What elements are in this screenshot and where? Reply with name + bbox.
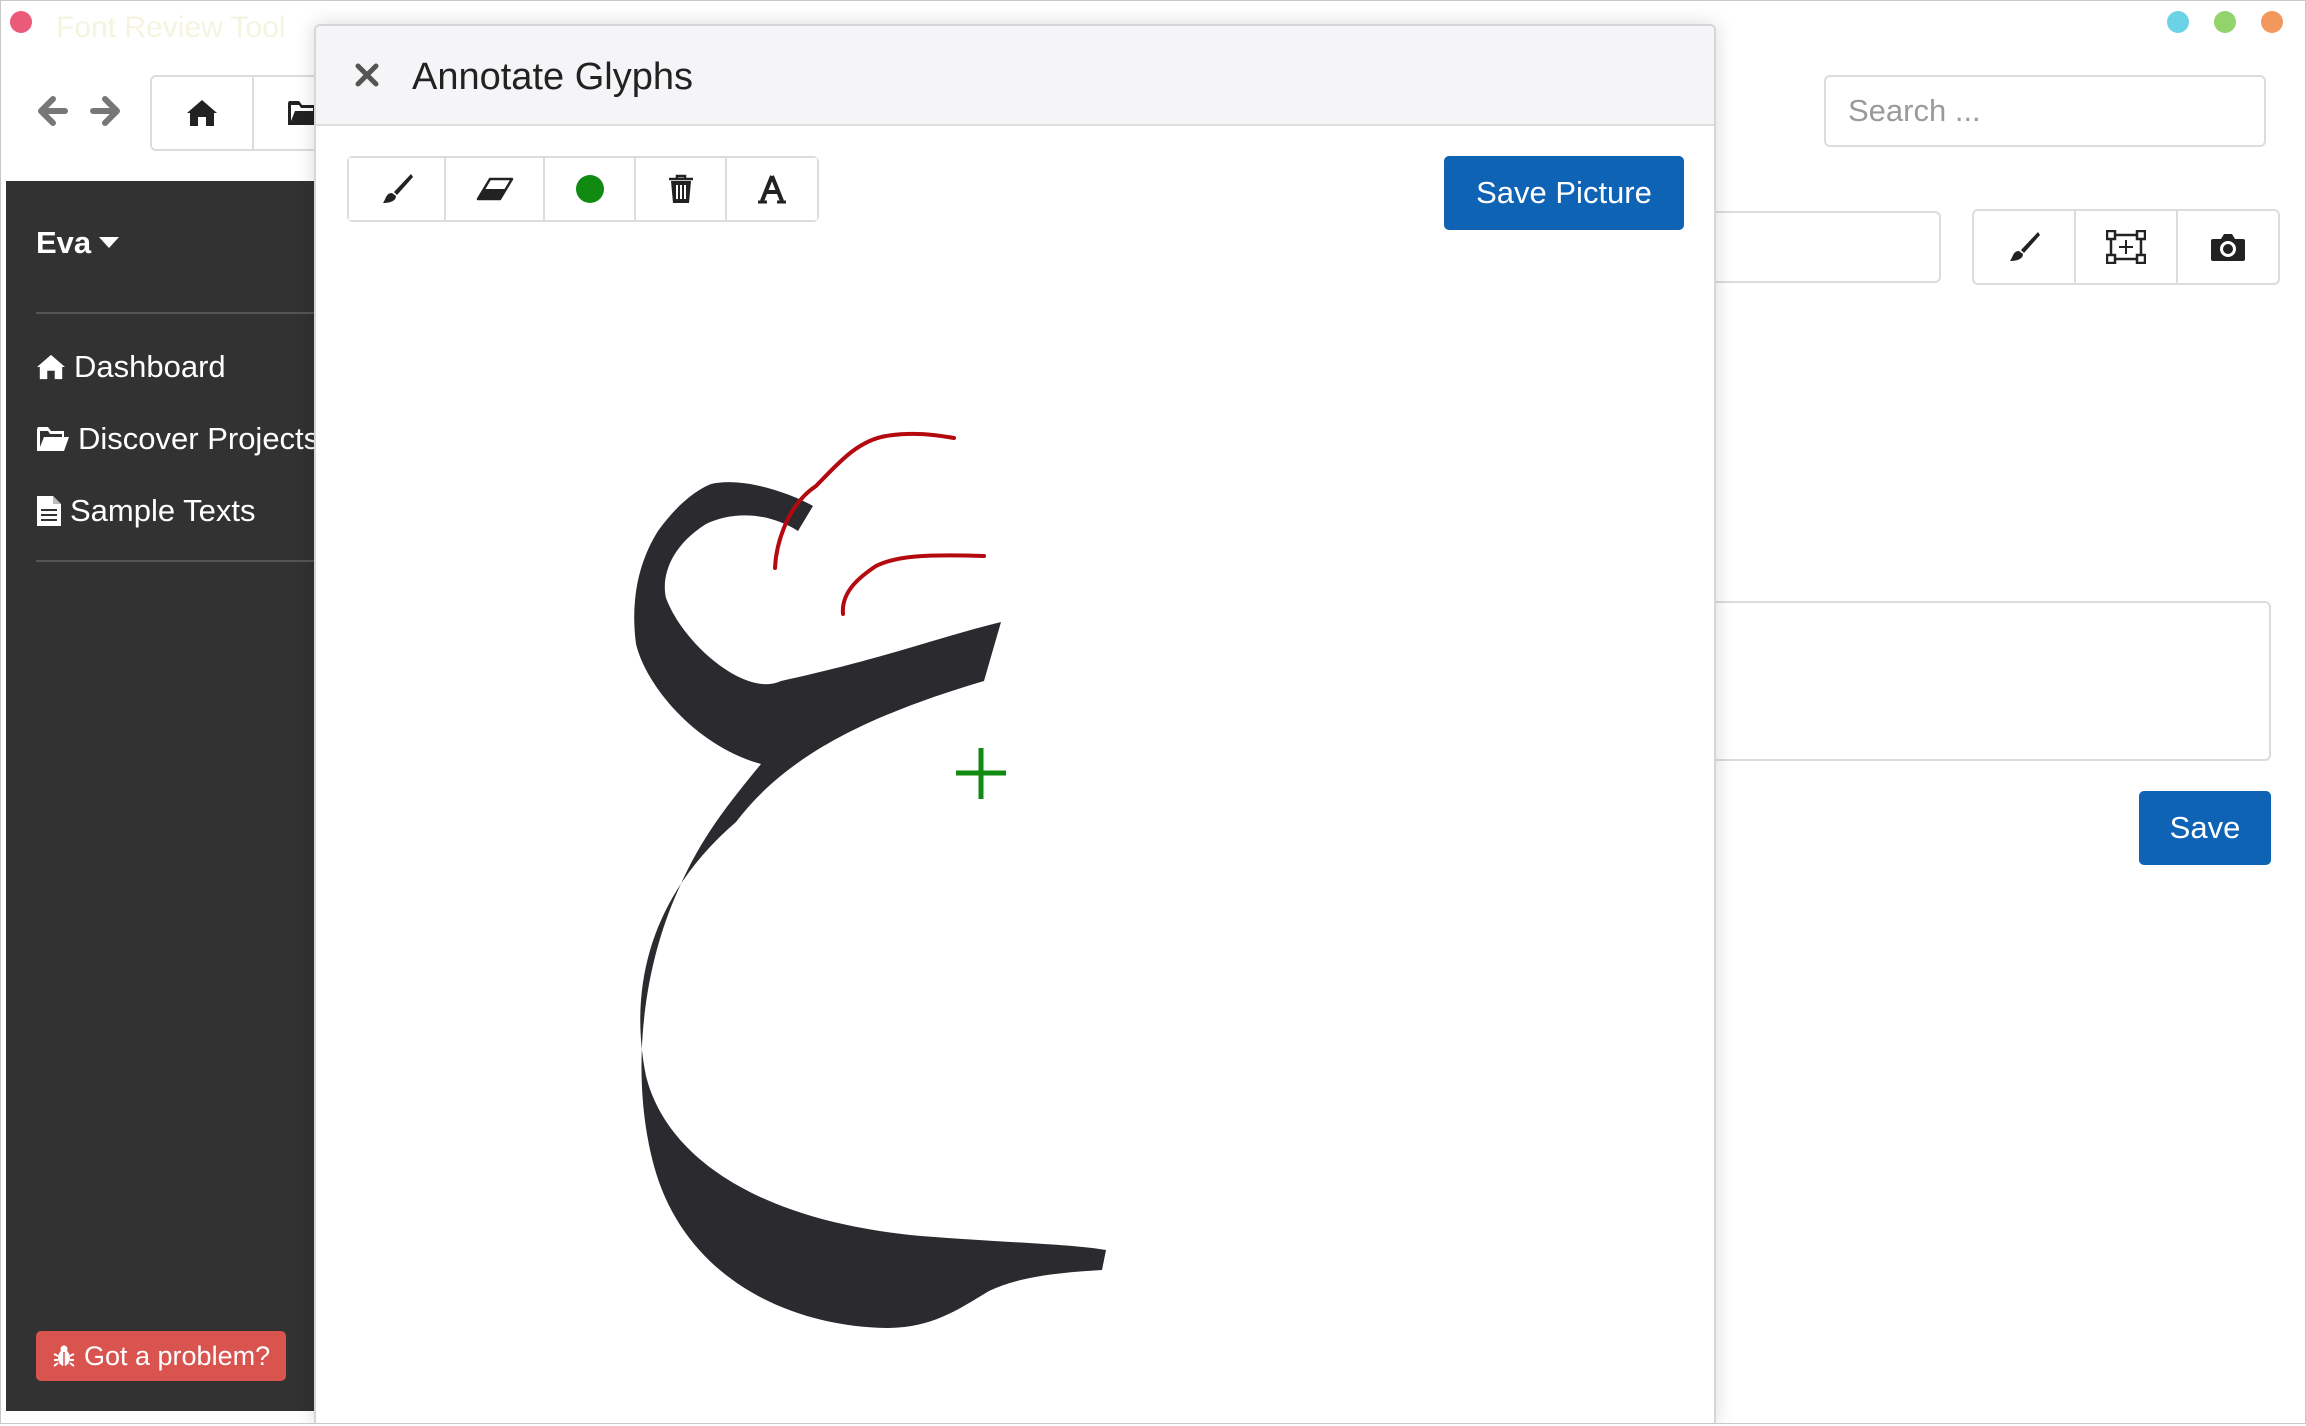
report-problem-button[interactable]: Got a problem? [36, 1331, 287, 1381]
save-picture-button[interactable]: Save Picture [1444, 156, 1684, 230]
sidebar-item-label: Dashboard [74, 349, 226, 384]
sidebar-divider [36, 560, 326, 562]
back-button[interactable] [31, 91, 71, 131]
search-input[interactable] [1824, 75, 2266, 147]
caret-down-icon [99, 237, 120, 248]
brush-tool-button[interactable] [349, 158, 446, 220]
eraser-tool-button[interactable] [446, 158, 545, 220]
sidebar-item-dashboard[interactable]: Dashboard [36, 349, 226, 385]
annotate-glyphs-modal: Annotate Glyphs Save Picture [314, 24, 1716, 1424]
report-problem-label: Got a problem? [84, 1340, 271, 1371]
bug-icon [53, 1345, 75, 1367]
app-window: Font Review Tool Eva [0, 0, 2306, 1424]
sidebar-item-sample-texts[interactable]: Sample Texts [36, 493, 256, 529]
home-icon [187, 100, 217, 126]
comment-textarea[interactable] [1701, 601, 2271, 761]
select-frame-button[interactable] [2076, 211, 2178, 283]
select-frame-icon [2106, 230, 2146, 264]
glyph-input[interactable] [1701, 211, 1941, 283]
modal-title: Annotate Glyphs [412, 56, 693, 98]
screenshot-button[interactable] [2178, 211, 2278, 283]
eraser-icon [476, 177, 513, 201]
close-icon [355, 63, 379, 87]
modal-header: Annotate Glyphs [316, 26, 1714, 126]
maximize-window-button[interactable] [2214, 11, 2236, 33]
annotate-button[interactable] [1974, 211, 2076, 283]
annotation-toolbar [347, 156, 819, 222]
brush-icon [382, 174, 413, 203]
color-picker-button[interactable] [545, 158, 636, 220]
clear-canvas-button[interactable] [636, 158, 727, 220]
fullscreen-window-button[interactable] [2261, 11, 2283, 33]
brush-icon [2010, 232, 2040, 261]
user-name: Eva [36, 225, 92, 260]
minimize-window-button[interactable] [2167, 11, 2189, 33]
user-menu[interactable]: Eva [36, 225, 120, 261]
drawing-canvas[interactable] [316, 244, 1716, 1424]
text-icon [758, 175, 786, 204]
save-button[interactable]: Save [2139, 791, 2271, 865]
window-title: Font Review Tool [56, 11, 286, 44]
sidebar-item-label: Discover Projects [78, 421, 320, 456]
home-button[interactable] [152, 77, 254, 149]
sidebar-item-discover-projects[interactable]: Discover Projects [36, 421, 319, 457]
editor-toolbar [1972, 209, 2280, 285]
folder-open-icon [37, 427, 69, 451]
camera-icon [2211, 234, 2245, 261]
forward-button[interactable] [87, 91, 127, 131]
close-window-button[interactable] [10, 11, 32, 33]
text-tool-button[interactable] [727, 158, 817, 220]
home-icon [37, 354, 65, 380]
sidebar: Eva Dashboard Discover Projects Sample T… [6, 181, 326, 1411]
trash-icon [668, 174, 693, 203]
modal-close-button[interactable] [352, 60, 382, 90]
crosshair-cursor [956, 748, 1006, 799]
glyph-shape [634, 482, 1106, 1328]
arrow-right-icon [90, 96, 120, 126]
sidebar-divider [36, 312, 326, 314]
color-dot-icon [575, 175, 604, 203]
sidebar-item-label: Sample Texts [70, 493, 256, 528]
document-icon [37, 496, 61, 526]
annotation-stroke [840, 553, 986, 616]
arrow-left-icon [38, 96, 68, 126]
annotation-stroke [773, 431, 956, 570]
